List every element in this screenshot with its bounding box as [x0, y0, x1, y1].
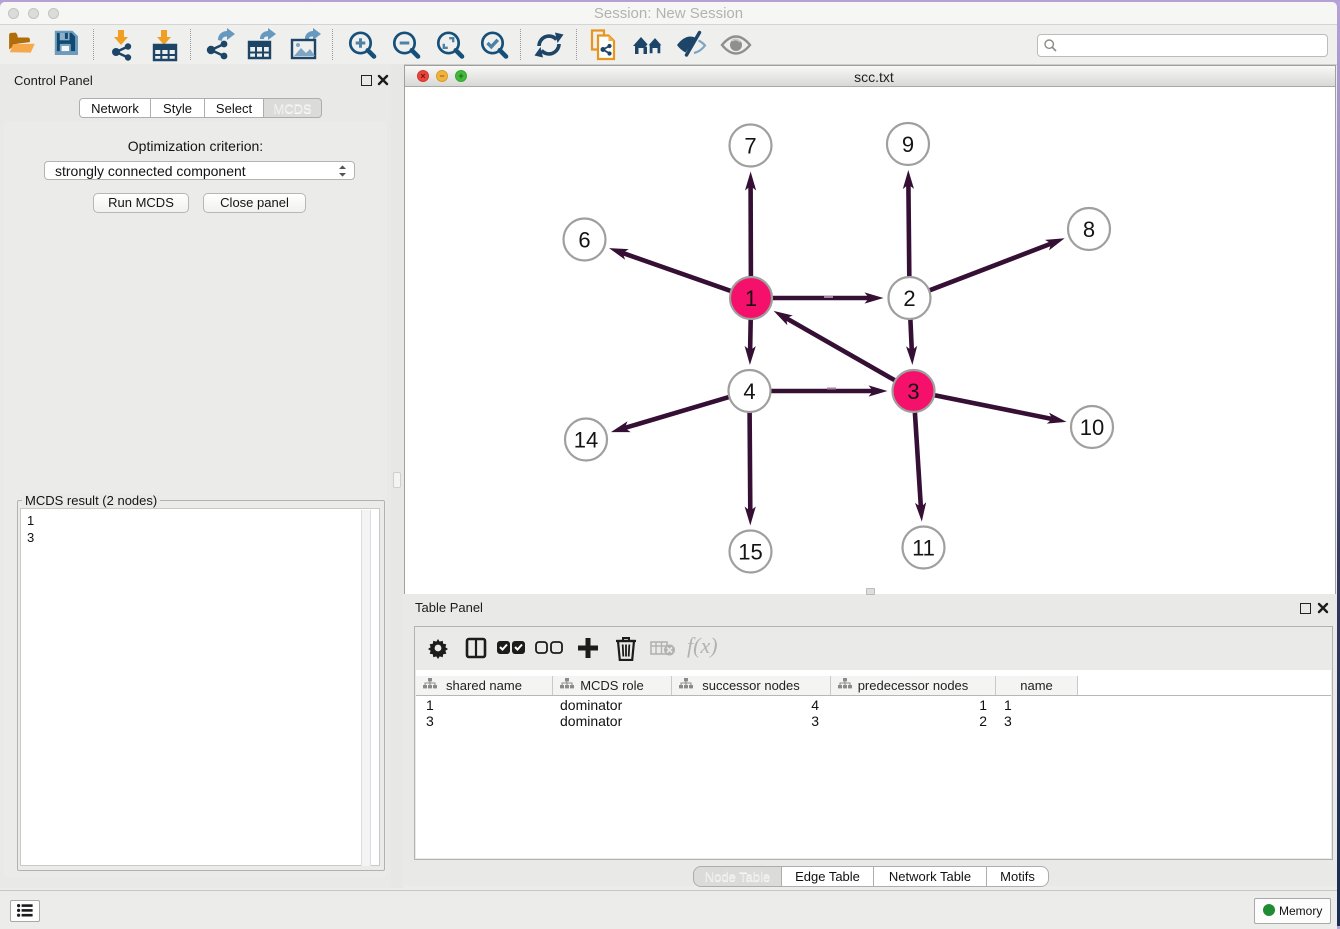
- svg-text:4: 4: [743, 379, 755, 404]
- svg-text:9: 9: [902, 132, 914, 157]
- svg-text:8: 8: [1083, 217, 1095, 242]
- svg-text:11: 11: [912, 536, 935, 561]
- svg-text:15: 15: [738, 540, 762, 565]
- svg-text:10: 10: [1080, 415, 1104, 440]
- svg-text:1: 1: [745, 286, 757, 311]
- svg-text:2: 2: [903, 286, 915, 311]
- svg-text:7: 7: [744, 134, 756, 159]
- svg-text:3: 3: [907, 379, 919, 404]
- svg-text:14: 14: [574, 428, 598, 453]
- svg-text:6: 6: [578, 228, 590, 253]
